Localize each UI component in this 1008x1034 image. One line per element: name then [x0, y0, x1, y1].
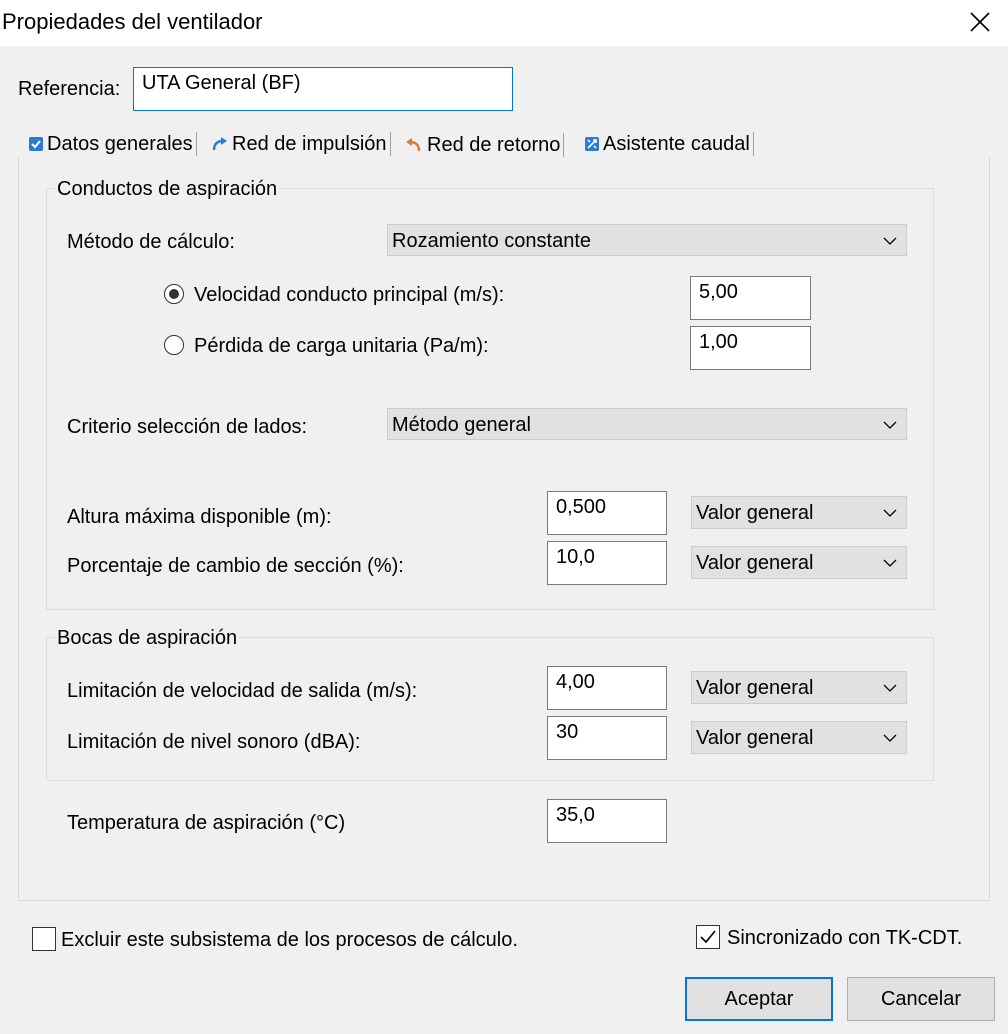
method-label: Método de cálculo:	[67, 231, 235, 253]
chevron-down-icon	[883, 421, 897, 429]
loss-radio[interactable]	[164, 335, 184, 355]
bocas-velocidad-mode: Valor general	[696, 677, 814, 699]
altura-label: Altura máxima disponible (m):	[67, 506, 332, 528]
bocas-title: Bocas de aspiración	[55, 627, 240, 650]
criterio-label: Criterio selección de lados:	[67, 416, 308, 438]
loss-label: Pérdida de carga unitaria (Pa/m):	[194, 335, 489, 357]
check-icon	[700, 930, 716, 944]
method-select[interactable]: Rozamiento constante	[387, 224, 907, 256]
velocity-input[interactable]: 5,00	[690, 276, 811, 320]
bocas-velocidad-mode-select[interactable]: Valor general	[691, 671, 907, 704]
bocas-velocidad-input[interactable]: 4,00	[547, 666, 667, 710]
excluir-checkbox[interactable]	[32, 927, 56, 951]
tab-label: Red de retorno	[427, 133, 561, 156]
porcentaje-mode-select[interactable]: Valor general	[691, 546, 907, 579]
reference-input[interactable]: UTA General (BF)	[133, 67, 513, 111]
method-value: Rozamiento constante	[392, 230, 592, 252]
bocas-group	[46, 637, 934, 781]
reference-label: Referencia:	[18, 78, 121, 100]
tab-red-impulsion[interactable]: Red de impulsión	[211, 130, 391, 158]
bocas-nivel-label: Limitación de nivel sonoro (dBA):	[67, 731, 361, 753]
bocas-nivel-mode-select[interactable]: Valor general	[691, 721, 907, 754]
close-icon[interactable]	[962, 4, 998, 40]
checkbox-icon	[29, 137, 43, 151]
chevron-down-icon	[883, 237, 897, 245]
tab-label: Red de impulsión	[232, 132, 387, 155]
porcentaje-mode: Valor general	[696, 552, 814, 574]
criterio-select[interactable]: Método general	[387, 408, 907, 440]
tab-label: Datos generales	[47, 132, 193, 155]
tab-red-retorno[interactable]: Red de retorno	[404, 131, 565, 159]
sincronizado-label: Sincronizado con TK-CDT.	[727, 927, 963, 949]
chevron-down-icon	[883, 509, 897, 517]
bocas-nivel-input[interactable]: 30	[547, 716, 667, 760]
porcentaje-label: Porcentaje de cambio de sección (%):	[67, 555, 404, 577]
tab-asistente-caudal[interactable]: Asistente caudal	[584, 130, 754, 158]
accept-button[interactable]: Aceptar	[685, 977, 833, 1021]
cancel-button[interactable]: Cancelar	[847, 977, 995, 1021]
velocity-label: Velocidad conducto principal (m/s):	[194, 284, 505, 306]
window-title: Propiedades del ventilador	[2, 9, 263, 34]
altura-mode-select[interactable]: Valor general	[691, 496, 907, 529]
conductos-title: Conductos de aspiración	[55, 178, 280, 201]
chevron-down-icon	[883, 559, 897, 567]
porcentaje-input[interactable]: 10,0	[547, 541, 667, 585]
criterio-value: Método general	[392, 414, 531, 436]
chevron-down-icon	[883, 684, 897, 692]
excluir-label: Excluir este subsistema de los procesos …	[61, 929, 518, 951]
bocas-velocidad-label: Limitación de velocidad de salida (m/s):	[67, 680, 418, 702]
tab-label: Asistente caudal	[603, 132, 750, 155]
temperatura-input[interactable]: 35,0	[547, 799, 667, 843]
velocity-radio[interactable]	[164, 284, 184, 304]
temperatura-label: Temperatura de aspiración (°C)	[67, 812, 346, 834]
tab-datos-generales[interactable]: Datos generales	[28, 130, 197, 158]
altura-mode: Valor general	[696, 502, 814, 524]
sincronizado-checkbox[interactable]	[696, 925, 720, 949]
arrow-forward-icon	[212, 137, 227, 151]
arrow-return-icon	[406, 138, 421, 152]
chevron-down-icon	[883, 734, 897, 742]
altura-input[interactable]: 0,500	[547, 491, 667, 535]
loss-input[interactable]: 1,00	[690, 326, 811, 370]
bocas-nivel-mode: Valor general	[696, 727, 814, 749]
wizard-icon	[585, 137, 599, 151]
